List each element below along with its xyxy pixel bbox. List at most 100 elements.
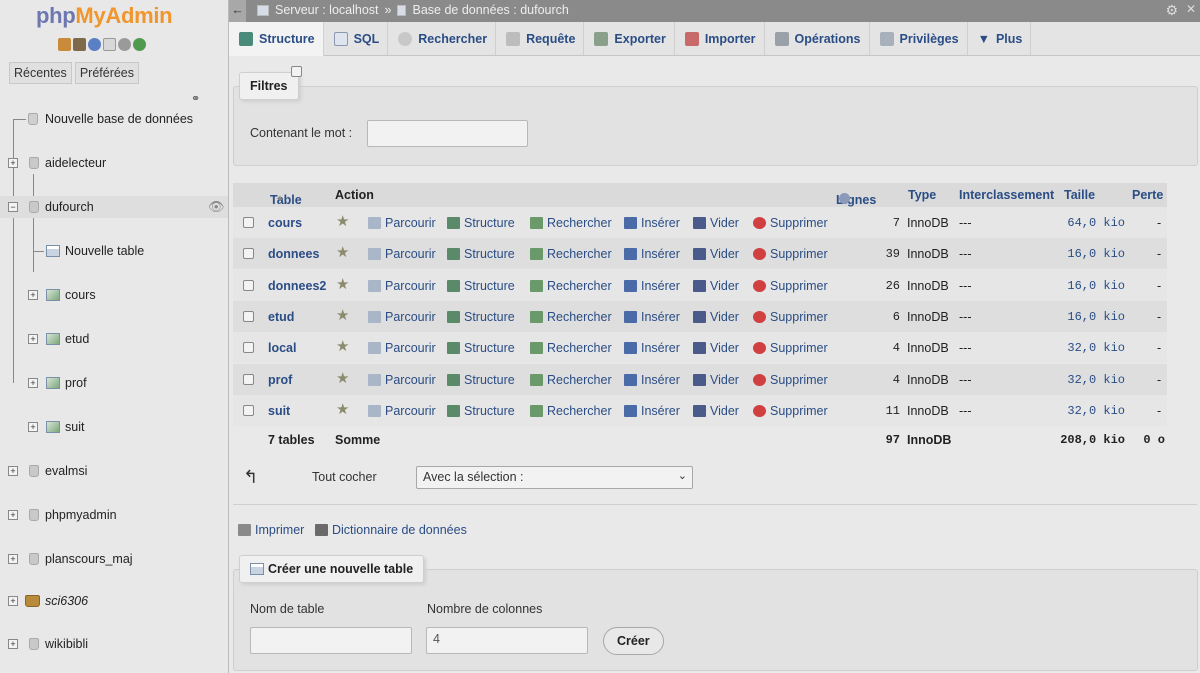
action-parcourir[interactable]: Parcourir [368, 279, 436, 293]
columns-count-input[interactable]: 4 [426, 627, 588, 654]
tree-db-evalmsi[interactable]: + evalmsi [0, 460, 228, 482]
row-checkbox[interactable] [243, 217, 254, 228]
action-vider[interactable]: Vider [693, 247, 739, 261]
action-vider[interactable]: Vider [693, 279, 739, 293]
action-vider[interactable]: Vider [693, 310, 739, 324]
action-parcourir[interactable]: Parcourir [368, 373, 436, 387]
phpmyadmin-logo[interactable]: phpMyAdmin [36, 3, 173, 29]
row-checkbox[interactable] [243, 310, 254, 322]
tab-sql[interactable]: SQL [324, 22, 389, 55]
table-name-link[interactable]: cours [268, 216, 302, 230]
action-structure[interactable]: Structure [447, 279, 515, 293]
action-rechercher[interactable]: Rechercher [530, 404, 612, 418]
table-name-link[interactable]: local [268, 341, 297, 355]
action-supprimer[interactable]: Supprimer [753, 216, 828, 230]
tree-table-cours[interactable]: + cours [0, 284, 228, 306]
table-size[interactable]: 64,0 kio [1059, 216, 1125, 230]
action-supprimer[interactable]: Supprimer [753, 247, 828, 261]
favorite-star-icon[interactable]: ★ [336, 400, 349, 418]
table-name-link[interactable]: suit [268, 404, 290, 418]
favorite-star-icon[interactable]: ★ [336, 306, 349, 324]
eye-icon[interactable]: 👁 [208, 196, 225, 218]
tree-new-database[interactable]: Nouvelle base de données [0, 108, 228, 130]
tree-table-etud[interactable]: + etud [0, 328, 228, 350]
with-selection-select[interactable]: Avec la sélection : ⌄ [416, 466, 693, 489]
tab-structure[interactable]: Structure [229, 22, 324, 56]
table-size[interactable]: 32,0 kio [1059, 404, 1125, 418]
tree-db-wikibibli[interactable]: + wikibibli [0, 633, 228, 655]
reload-icon[interactable] [133, 38, 146, 51]
tree-table-suit[interactable]: + suit [0, 416, 228, 438]
breadcrumb-database[interactable]: Base de données : dufourch [412, 3, 568, 17]
action-parcourir[interactable]: Parcourir [368, 341, 436, 355]
table-name-link[interactable]: prof [268, 373, 292, 387]
action-parcourir[interactable]: Parcourir [368, 404, 436, 418]
help-icon[interactable] [88, 38, 101, 51]
action-inserer[interactable]: Insérer [624, 341, 680, 355]
table-name-link[interactable]: donnees [268, 247, 319, 261]
table-name-link[interactable]: etud [268, 310, 294, 324]
action-vider[interactable]: Vider [693, 404, 739, 418]
collapse-nav-button[interactable]: ← [229, 0, 246, 22]
action-inserer[interactable]: Insérer [624, 404, 680, 418]
expand-icon[interactable]: + [28, 290, 38, 300]
expand-icon[interactable]: + [8, 158, 18, 168]
data-dictionary-link[interactable]: Dictionnaire de données [315, 523, 467, 537]
row-checkbox[interactable] [243, 342, 254, 354]
table-size[interactable]: 32,0 kio [1059, 341, 1125, 355]
action-structure[interactable]: Structure [447, 341, 515, 355]
action-rechercher[interactable]: Rechercher [530, 373, 612, 387]
action-rechercher[interactable]: Rechercher [530, 341, 612, 355]
table-size[interactable]: 32,0 kio [1059, 373, 1125, 387]
close-icon[interactable]: ✕ [1186, 2, 1196, 16]
favorite-star-icon[interactable]: ★ [336, 212, 349, 230]
expand-icon[interactable]: + [8, 596, 18, 606]
collapse-icon[interactable]: − [8, 202, 18, 212]
create-table-button[interactable]: Créer [603, 627, 664, 655]
tab-privileges[interactable]: Privilèges [870, 22, 968, 55]
action-supprimer[interactable]: Supprimer [753, 279, 828, 293]
table-size[interactable]: 16,0 kio [1059, 247, 1125, 261]
expand-icon[interactable]: + [8, 554, 18, 564]
action-structure[interactable]: Structure [447, 310, 515, 324]
expand-icon[interactable]: + [28, 334, 38, 344]
expand-icon[interactable]: + [28, 378, 38, 388]
row-checkbox[interactable] [243, 248, 254, 260]
table-name-link[interactable]: donnees2 [268, 279, 326, 293]
favorite-star-icon[interactable]: ★ [336, 243, 349, 261]
tab-search[interactable]: Rechercher [388, 22, 497, 55]
table-size[interactable]: 16,0 kio [1059, 310, 1125, 324]
tree-db-planscours-maj[interactable]: + planscours_maj [0, 548, 228, 570]
link-icon[interactable]: ⚭ [191, 92, 200, 105]
nav-tab-favorites[interactable]: Préférées [74, 62, 140, 84]
action-vider[interactable]: Vider [693, 216, 739, 230]
action-structure[interactable]: Structure [447, 247, 515, 261]
action-vider[interactable]: Vider [693, 341, 739, 355]
breadcrumb-server[interactable]: Serveur : localhost [275, 3, 379, 17]
action-supprimer[interactable]: Supprimer [753, 404, 828, 418]
action-rechercher[interactable]: Rechercher [530, 279, 612, 293]
action-vider[interactable]: Vider [693, 373, 739, 387]
action-parcourir[interactable]: Parcourir [368, 216, 436, 230]
tree-db-dufourch[interactable]: − dufourch 👁 [0, 196, 228, 218]
home-icon[interactable] [58, 38, 71, 51]
expand-icon[interactable]: + [8, 510, 18, 520]
action-inserer[interactable]: Insérer [624, 279, 680, 293]
tab-export[interactable]: Exporter [584, 22, 675, 55]
favorite-star-icon[interactable]: ★ [336, 337, 349, 355]
settings-gear-icon[interactable]: ⚙ [1165, 2, 1178, 19]
header-collation[interactable]: Interclassement [959, 188, 1054, 202]
tree-new-table[interactable]: Nouvelle table [0, 240, 228, 262]
tree-db-phpmyadmin[interactable]: + phpmyadmin [0, 504, 228, 526]
action-structure[interactable]: Structure [447, 373, 515, 387]
action-rechercher[interactable]: Rechercher [530, 310, 612, 324]
filter-input[interactable] [367, 120, 528, 147]
check-all-checkbox[interactable] [291, 66, 302, 77]
tree-db-sci6306[interactable]: + sci6306 [0, 590, 228, 612]
action-structure[interactable]: Structure [447, 216, 515, 230]
header-overhead[interactable]: Perte [1132, 188, 1163, 202]
action-supprimer[interactable]: Supprimer [753, 341, 828, 355]
tree-table-prof[interactable]: + prof [0, 372, 228, 394]
check-all-label[interactable]: Tout cocher [312, 470, 377, 484]
expand-icon[interactable]: + [28, 422, 38, 432]
